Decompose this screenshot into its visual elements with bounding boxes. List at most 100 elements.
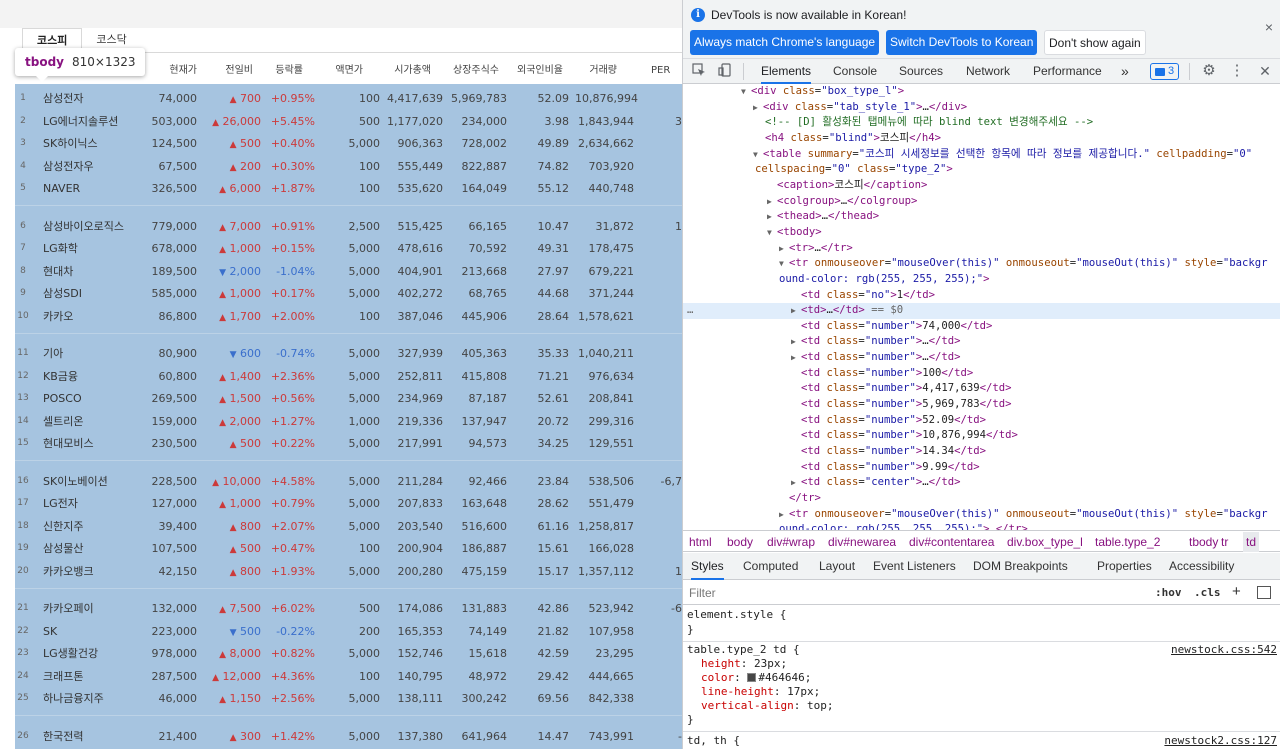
- issues-badge[interactable]: 3: [1150, 63, 1180, 80]
- stock-name-link[interactable]: LG화학: [43, 237, 78, 260]
- table-row[interactable]: 4 삼성전자우 67,500 +0.30% 100 555,449 822,887 74.82…: [15, 155, 682, 178]
- dom-node[interactable]: ▼ <table summary="코스피 시세정보를 선택한 항목에 따라 정보…: [683, 147, 1280, 163]
- tab-elements[interactable]: Elements: [761, 59, 812, 84]
- dom-node[interactable]: cellspacing="0" class="type_2">: [683, 162, 1280, 178]
- table-row[interactable]: 26 한국전력 21,400 +1.42% 5,000 137,380 641,964 14.…: [15, 725, 682, 748]
- close-devtools-icon[interactable]: ✕: [1257, 63, 1273, 79]
- stock-name-link[interactable]: LG생활건강: [43, 642, 98, 665]
- kebab-menu-icon[interactable]: ⋮: [1229, 63, 1245, 79]
- rule1-source-link[interactable]: newstock.css:542: [1171, 643, 1277, 657]
- close-icon[interactable]: ×: [1265, 20, 1273, 34]
- dom-node[interactable]: <td class="number">74,000</td>: [683, 319, 1280, 335]
- stock-name-link[interactable]: 삼성전자우: [43, 155, 94, 178]
- dom-node[interactable]: <td class="number">5,969,783</td>: [683, 397, 1280, 413]
- breadcrumb-item[interactable]: tr: [1221, 532, 1228, 552]
- tab-network[interactable]: Network: [966, 59, 1010, 84]
- css-property[interactable]: color: #464646;: [701, 671, 811, 685]
- stock-name-link[interactable]: KB금융: [43, 365, 78, 388]
- dom-node[interactable]: ▶ <div class="tab_style_1">…</div>: [683, 100, 1280, 116]
- stock-name-link[interactable]: 카카오: [43, 305, 73, 328]
- dom-node[interactable]: <td class="number">100</td>: [683, 366, 1280, 382]
- stock-name-link[interactable]: 카카오페이: [43, 597, 94, 620]
- stock-name-link[interactable]: 기아: [43, 342, 63, 365]
- dont-show-button[interactable]: Don't show again: [1044, 30, 1146, 55]
- tab-console[interactable]: Console: [833, 59, 877, 84]
- table-row[interactable]: 19 삼성물산 107,500 +0.47% 100 200,904 186,887 15.6…: [15, 537, 682, 560]
- styles-subtab[interactable]: Styles: [691, 553, 724, 580]
- dom-node[interactable]: <td class="number">14.34</td>: [683, 444, 1280, 460]
- breadcrumb-item[interactable]: table.type_2: [1095, 532, 1160, 552]
- color-swatch[interactable]: [747, 673, 757, 682]
- dom-node[interactable]: </tr>: [683, 491, 1280, 507]
- gear-icon[interactable]: ⚙: [1201, 63, 1217, 79]
- css-property[interactable]: vertical-align: top;: [701, 699, 833, 713]
- table-row[interactable]: 2 LG에너지솔루션 503,000 +5.45% 500 1,177,020 234,00…: [15, 110, 682, 133]
- dom-node[interactable]: <h4 class="blind">코스피</h4>: [683, 131, 1280, 147]
- table-row[interactable]: 24 크래프톤 287,500 +4.36% 100 140,795 48,972 29.42…: [15, 665, 682, 688]
- filter-input[interactable]: Filter: [689, 584, 1144, 602]
- breadcrumb-item[interactable]: div.box_type_l: [1007, 532, 1083, 552]
- stock-name-link[interactable]: 삼성바이오로직스: [43, 215, 124, 238]
- styles-subtab[interactable]: DOM Breakpoints: [973, 553, 1068, 580]
- table-row[interactable]: 12 KB금융 60,800 +2.36% 5,000 252,811 415,808 71.…: [15, 365, 682, 388]
- styles-subtab[interactable]: Event Listeners: [873, 553, 956, 580]
- switch-korean-button[interactable]: Switch DevTools to Korean: [886, 30, 1038, 55]
- dom-node[interactable]: ound-color: rgb(255, 255, 255);">…</tr>: [683, 522, 1280, 530]
- stock-name-link[interactable]: 삼성전자: [43, 87, 83, 110]
- stock-name-link[interactable]: SK이노베이션: [43, 470, 108, 493]
- table-row[interactable]: 25 하나금융지주 46,000 +2.56% 5,000 138,111 300,242 6…: [15, 687, 682, 710]
- dom-node[interactable]: ▶ <td class="center">…</td>: [683, 475, 1280, 491]
- stock-name-link[interactable]: 한국전력: [43, 725, 83, 748]
- styles-subtab[interactable]: Computed: [743, 553, 798, 580]
- stock-name-link[interactable]: 삼성물산: [43, 537, 83, 560]
- dom-node[interactable]: <td class="no">1</td>: [683, 288, 1280, 304]
- stock-name-link[interactable]: 크래프톤: [43, 665, 83, 688]
- dom-node[interactable]: ▼ <tr onmouseover="mouseOver(this)" onmou…: [683, 256, 1280, 272]
- table-row[interactable]: 6 삼성바이오로직스 779,000 +0.91% 2,500 515,425 66,165…: [15, 215, 682, 238]
- table-row[interactable]: 23 LG생활건강 978,000 +0.82% 5,000 152,746 15,618 4…: [15, 642, 682, 665]
- stock-name-link[interactable]: 현대모비스: [43, 432, 94, 455]
- stock-name-link[interactable]: LG전자: [43, 492, 78, 515]
- more-dots-icon[interactable]: …: [687, 303, 693, 319]
- breadcrumb-item[interactable]: tbody: [1189, 532, 1218, 552]
- more-tabs-icon[interactable]: »: [1121, 59, 1129, 84]
- table-row[interactable]: 15 현대모비스 230,500 +0.22% 5,000 217,991 94,573 34…: [15, 432, 682, 455]
- css-property[interactable]: height: 23px;: [701, 657, 787, 671]
- table-row[interactable]: 21 카카오페이 132,000 +6.02% 500 174,086 131,883 42.…: [15, 597, 682, 620]
- match-language-button[interactable]: Always match Chrome's language: [690, 30, 880, 55]
- stock-name-link[interactable]: 현대차: [43, 260, 73, 283]
- tab-sources[interactable]: Sources: [899, 59, 943, 84]
- dom-node-selected[interactable]: … ▶ <td>…</td> == $0: [683, 303, 1280, 319]
- stock-name-link[interactable]: 셀트리온: [43, 410, 83, 433]
- breadcrumb-item[interactable]: div#contentarea: [909, 532, 994, 552]
- dom-node[interactable]: ▶ <td class="number">…</td>: [683, 350, 1280, 366]
- inspect-icon[interactable]: [691, 63, 707, 79]
- table-row[interactable]: 7 LG화학 678,000 +0.15% 5,000 478,616 70,592 49.3…: [15, 237, 682, 260]
- dom-node[interactable]: <!-- [D] 활성화된 탭메뉴에 따라 blind text 변경해주세요 …: [683, 115, 1280, 131]
- breadcrumb-item[interactable]: div#wrap: [767, 532, 815, 552]
- table-row[interactable]: 8 현대차 189,500 -1.04% 5,000 404,901 213,668 27.9…: [15, 260, 682, 283]
- dom-node[interactable]: <td class="number">4,417,639</td>: [683, 381, 1280, 397]
- stock-name-link[interactable]: SK: [43, 620, 57, 643]
- table-row[interactable]: 5 NAVER 326,500 +1.87% 100 535,620 164,049 55.1…: [15, 177, 682, 200]
- table-row[interactable]: 14 셀트리온 159,000 +1.27% 1,000 219,336 137,947 20…: [15, 410, 682, 433]
- dom-node[interactable]: ▶ <td class="number">…</td>: [683, 334, 1280, 350]
- breadcrumb-item[interactable]: html: [689, 532, 712, 552]
- device-toggle-icon[interactable]: [717, 63, 733, 79]
- sidebar-toggle-icon[interactable]: [1257, 586, 1271, 599]
- stock-name-link[interactable]: 신한지주: [43, 515, 83, 538]
- stock-name-link[interactable]: LG에너지솔루션: [43, 110, 118, 133]
- stock-name-link[interactable]: POSCO: [43, 387, 82, 410]
- css-property[interactable]: line-height: 17px;: [701, 685, 820, 699]
- table-row[interactable]: 10 카카오 86,800 +2.00% 100 387,046 445,906 28.64 1…: [15, 305, 682, 328]
- dom-node[interactable]: <caption>코스피</caption>: [683, 178, 1280, 194]
- dom-node[interactable]: <td class="number">10,876,994</td>: [683, 428, 1280, 444]
- stock-name-link[interactable]: SK하이닉스: [43, 132, 98, 155]
- dom-node[interactable]: ▶ <tr onmouseover="mouseOver(this)" onmou…: [683, 507, 1280, 523]
- dom-node[interactable]: ▼ <div class="box_type_l">: [683, 84, 1280, 100]
- dom-node[interactable]: ▼ <tbody>: [683, 225, 1280, 241]
- stock-name-link[interactable]: NAVER: [43, 177, 80, 200]
- table-row[interactable]: 17 LG전자 127,000 +0.79% 5,000 207,833 163,648 28…: [15, 492, 682, 515]
- dom-node[interactable]: ound-color: rgb(255, 255, 255);">: [683, 272, 1280, 288]
- table-row[interactable]: 11 기아 80,900 -0.74% 5,000 327,939 405,363 35.33…: [15, 342, 682, 365]
